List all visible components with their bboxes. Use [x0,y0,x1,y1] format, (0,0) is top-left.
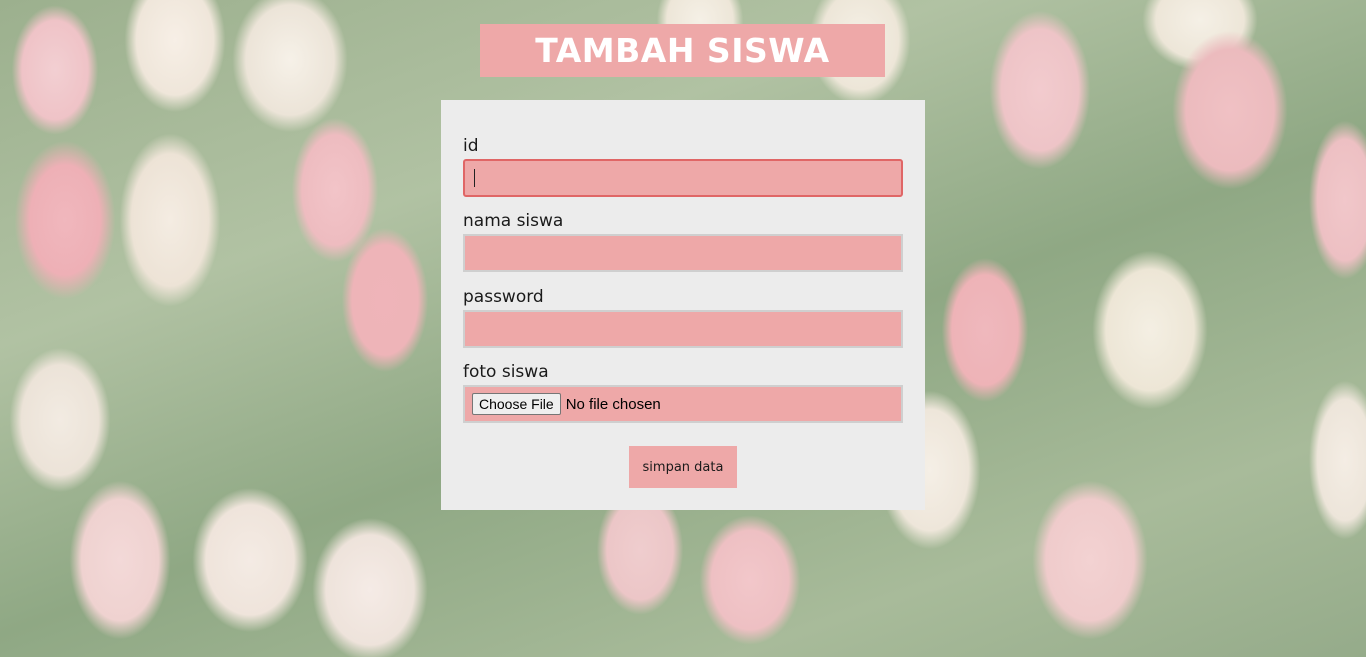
id-label: id [463,136,479,156]
add-student-form: id nama siswa password foto siswa Choose… [441,100,925,510]
page-title-banner: TAMBAH SISWA [480,24,885,77]
password-label: password [463,287,544,307]
choose-file-button[interactable]: Choose File [472,393,561,415]
file-status-text: No file chosen [565,395,661,413]
text-caret [474,169,475,187]
student-name-label: nama siswa [463,211,564,231]
student-photo-label: foto siswa [463,362,549,382]
student-name-input[interactable] [463,234,903,272]
id-input[interactable] [463,159,903,197]
save-data-button[interactable]: simpan data [629,446,737,488]
student-photo-file-input[interactable]: Choose File No file chosen [463,385,903,423]
page-title: TAMBAH SISWA [535,31,830,70]
password-input[interactable] [463,310,903,348]
